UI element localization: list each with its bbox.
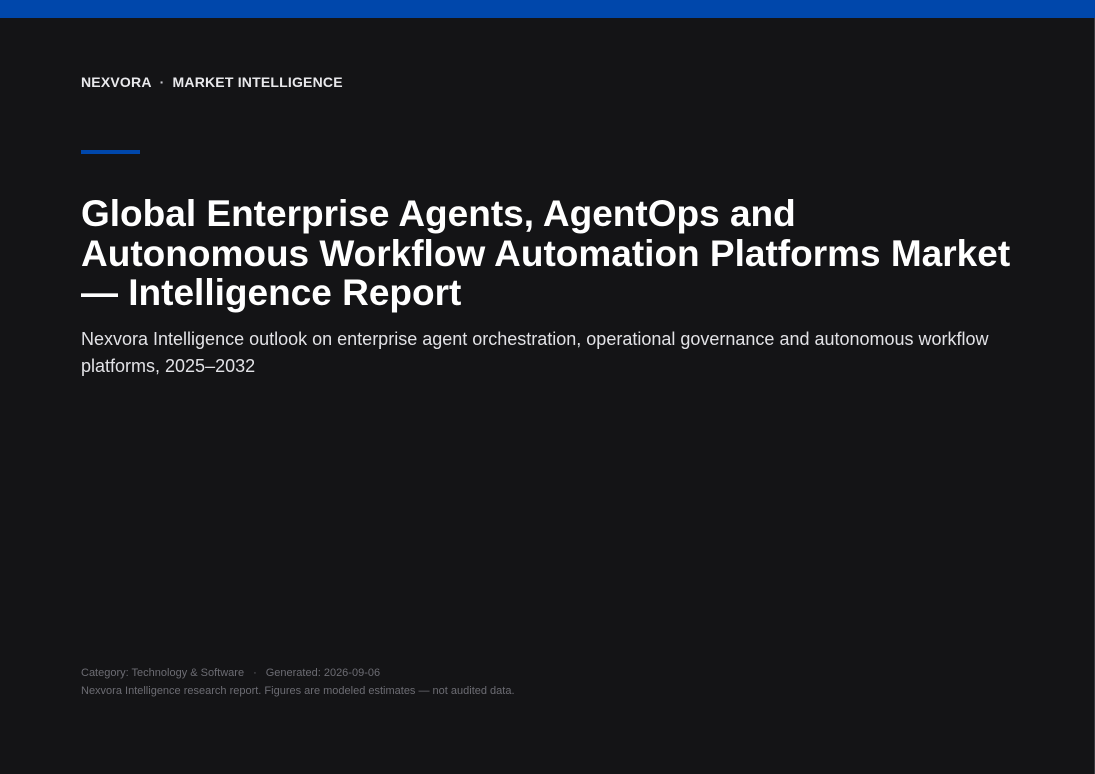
meta-separator: · bbox=[253, 667, 257, 679]
report-category: Category: Technology & Software bbox=[81, 667, 245, 679]
report-title: Global Enterprise Agents, AgentOps and A… bbox=[81, 193, 1011, 313]
report-subtitle: Nexvora Intelligence outlook on enterpri… bbox=[81, 329, 989, 376]
accent-rule bbox=[81, 150, 140, 154]
top-accent-bar bbox=[0, 0, 1095, 18]
report-disclaimer: Nexvora Intelligence research report. Fi… bbox=[81, 685, 515, 697]
report-generated-date: Generated: 2026-09-06 bbox=[265, 667, 381, 679]
section-name: MARKET INTELLIGENCE bbox=[172, 74, 343, 90]
brand-name: NEXVORA bbox=[81, 74, 152, 90]
brand-separator: · bbox=[159, 74, 165, 90]
brand-header: NEXVORA · MARKET INTELLIGENCE bbox=[81, 74, 343, 90]
report-meta: Category: Technology & Software · Generate… bbox=[81, 667, 380, 679]
